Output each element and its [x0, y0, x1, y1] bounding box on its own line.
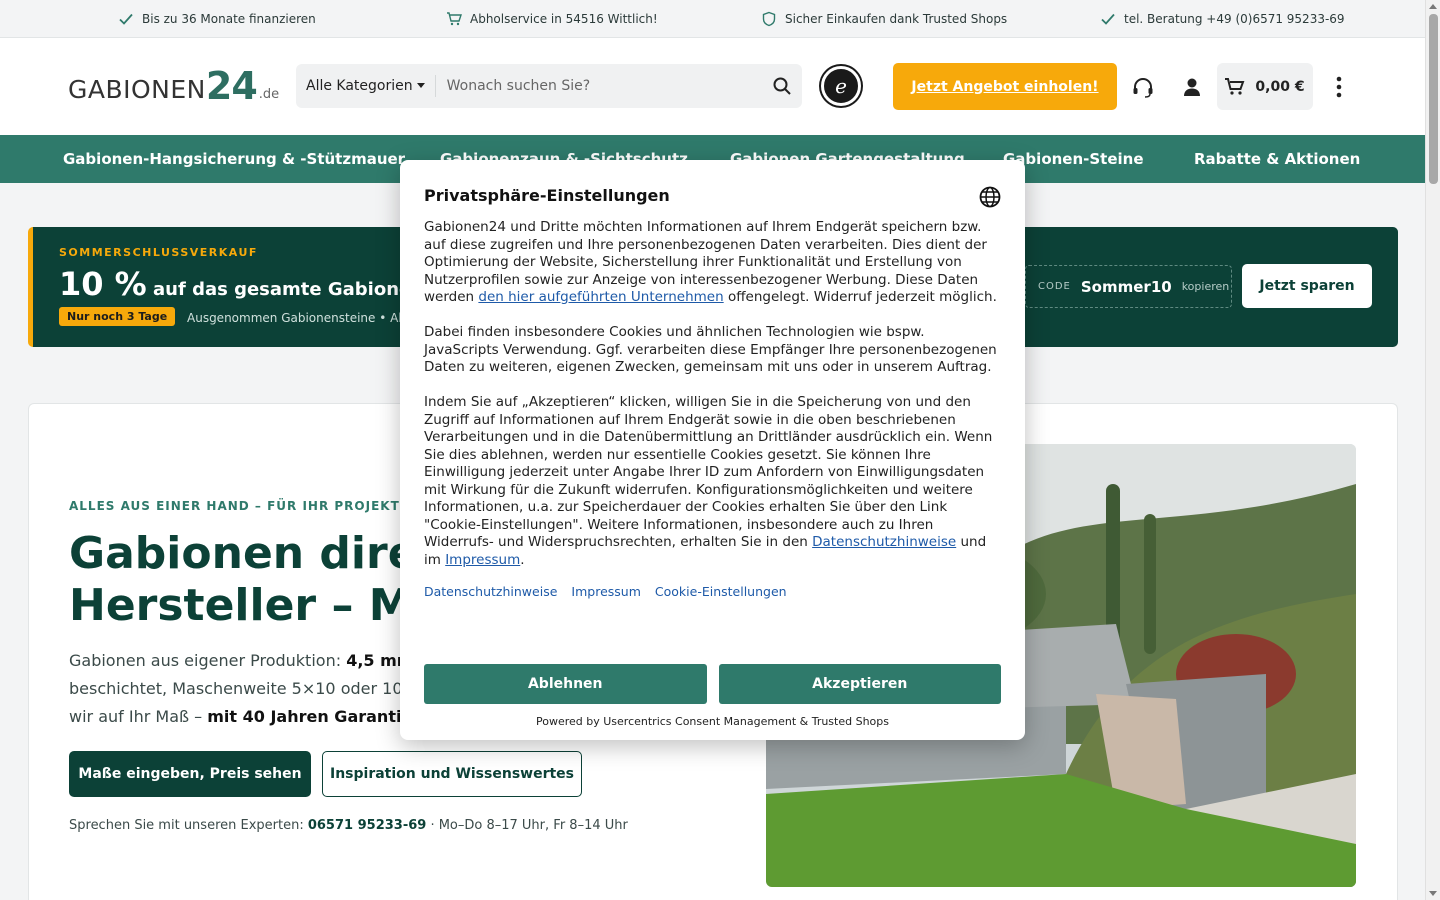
page-scrollbar[interactable]	[1425, 0, 1440, 900]
consent-text: offengelegt. Widerruf jederzeit möglich.	[723, 289, 997, 305]
consent-paragraph-1: Gabionen24 und Dritte möchten Informatio…	[424, 219, 1001, 307]
scrollbar-thumb[interactable]	[1429, 14, 1438, 184]
consent-dialog: Privatsphäre-Einstellungen Gabionen24 un…	[400, 160, 1025, 740]
scroll-down-arrow-icon[interactable]	[1429, 891, 1437, 896]
imprint-link-inline[interactable]: Impressum	[445, 552, 520, 568]
globe-icon	[979, 186, 1001, 208]
consent-overlay: Privatsphäre-Einstellungen Gabionen24 un…	[0, 0, 1425, 900]
privacy-link-inline[interactable]: Datenschutzhinweise	[812, 534, 956, 550]
accept-button[interactable]: Akzeptieren	[718, 664, 1001, 704]
consent-links: Datenschutzhinweise Impressum Cookie-Ein…	[424, 584, 1001, 599]
decline-button[interactable]: Ablehnen	[424, 664, 707, 704]
consent-text: .	[520, 551, 525, 568]
consent-paragraph-2: Dabei finden insbesondere Cookies und äh…	[424, 324, 997, 375]
scroll-up-arrow-icon[interactable]	[1429, 4, 1437, 9]
privacy-link[interactable]: Datenschutzhinweise	[424, 584, 557, 599]
imprint-link[interactable]: Impressum	[571, 584, 640, 599]
language-button[interactable]	[979, 186, 1001, 212]
consent-body: Gabionen24 und Dritte möchten Informatio…	[424, 219, 1001, 569]
consent-buttons: Ablehnen Akzeptieren	[424, 664, 1001, 704]
vendors-link[interactable]: den hier aufgeführten Unternehmen	[478, 289, 723, 305]
consent-paragraph-3: Indem Sie auf „Akzeptieren“ klicken, wil…	[424, 394, 1001, 569]
cookie-settings-link[interactable]: Cookie-Einstellungen	[655, 584, 787, 599]
consent-text: Indem Sie auf „Akzeptieren“ klicken, wil…	[424, 394, 993, 550]
consent-powered-by: Powered by Usercentrics Consent Manageme…	[535, 715, 889, 728]
consent-title: Privatsphäre-Einstellungen	[424, 186, 670, 205]
